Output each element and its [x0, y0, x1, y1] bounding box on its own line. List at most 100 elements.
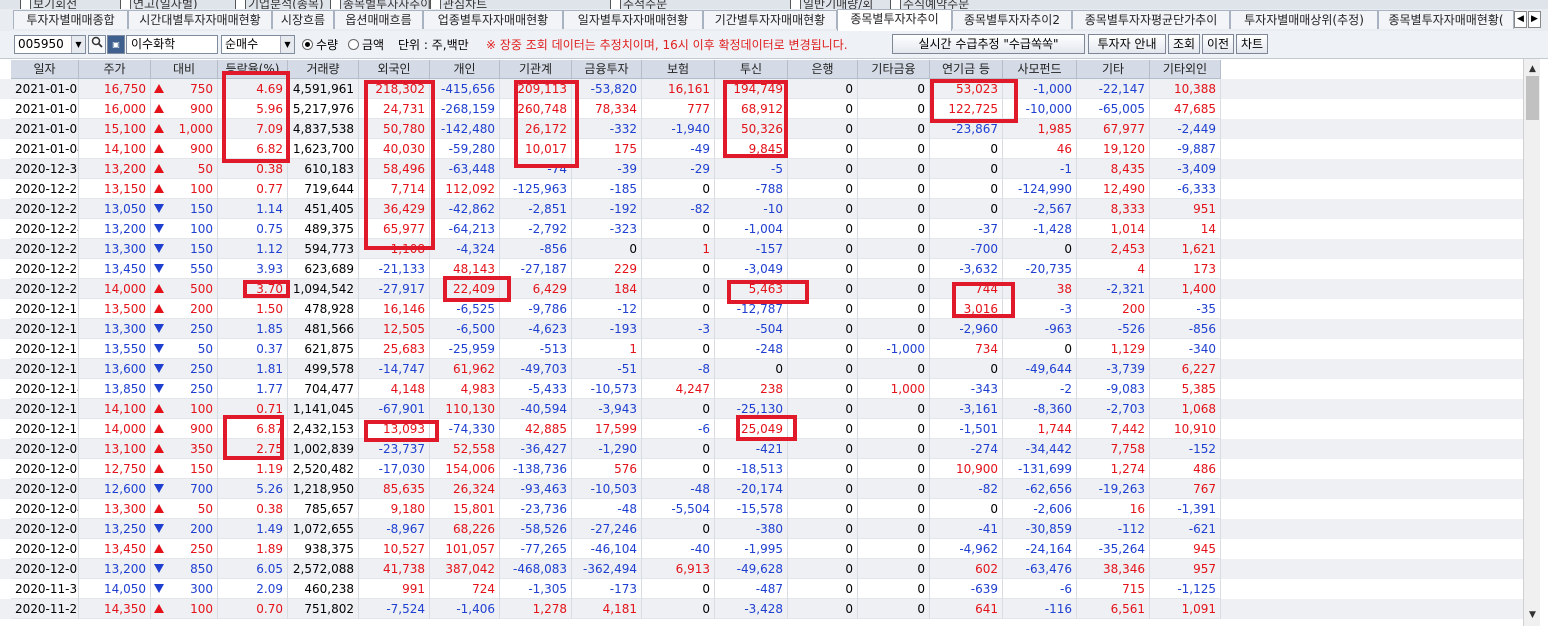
- chart-button[interactable]: 차트: [1236, 34, 1268, 54]
- table-cell: -8: [642, 359, 715, 379]
- tab-12[interactable]: 종목별투자자매매현황(: [1378, 10, 1514, 29]
- table-cell: 715: [1077, 579, 1150, 599]
- column-header[interactable]: 은행: [788, 60, 858, 79]
- scroll-down-icon[interactable]: ▼: [1524, 607, 1541, 624]
- radio-amount[interactable]: [348, 39, 359, 50]
- table-cell: 14,100: [79, 399, 151, 419]
- column-header[interactable]: 기관계: [500, 60, 572, 79]
- tab-next-icon[interactable]: ▶: [1528, 11, 1541, 28]
- table-cell: 1.49: [218, 519, 288, 539]
- column-header[interactable]: 기타: [1077, 60, 1150, 79]
- column-header[interactable]: 주가: [79, 60, 151, 79]
- scroll-thumb[interactable]: [1526, 76, 1539, 120]
- column-header[interactable]: 사모펀드: [1003, 60, 1077, 79]
- table-row[interactable]: 2020-12-21 14,000 500 3.70 1,094,542 -27,917 2…: [0, 279, 1523, 299]
- table-row[interactable]: 2020-12-22 13,450 550 3.93 623,689 -21,133 48,…: [0, 259, 1523, 279]
- table-row[interactable]: 2020-12-15 13,600 250 1.81 499,578 -14,747 61,…: [0, 359, 1523, 379]
- investor-info-button[interactable]: 투자자 안내: [1088, 34, 1166, 54]
- query-button[interactable]: 조회: [1168, 34, 1200, 54]
- table-cell: 0: [788, 599, 858, 619]
- table-row[interactable]: 2020-12-28 13,050 150 1.14 451,405 36,429 -42,…: [0, 199, 1523, 219]
- sort-type-select[interactable]: 순매수 ▼: [221, 35, 295, 54]
- realtime-supply-button[interactable]: 실시간 수급추정 "수급쏙쏙": [892, 34, 1085, 54]
- arrow-down-icon: [154, 224, 164, 233]
- search-icon[interactable]: [88, 35, 106, 54]
- table-row[interactable]: 2020-11-27 14,350 100 0.70 751,802 -7,524 -1,4…: [0, 599, 1523, 619]
- table-cell: 1,072,655: [288, 519, 359, 539]
- tab-11[interactable]: 투자자별매매상위(추정): [1230, 10, 1378, 29]
- top-strip-item[interactable]: 추적주문: [610, 0, 667, 9]
- tab-5[interactable]: 업종별투자자매매현황: [423, 10, 563, 29]
- stock-info-icon[interactable]: ▣: [107, 35, 125, 54]
- column-header[interactable]: 등락율(%): [218, 60, 288, 79]
- top-strip-item[interactable]: 보기회전: [20, 0, 77, 9]
- top-strip-item[interactable]: 관심차트: [430, 0, 487, 9]
- tab-2[interactable]: 시간대별투자자매매현황: [128, 10, 272, 29]
- table-row[interactable]: 2021-01-07 16,750 750 4.69 4,591,961 218,302-…: [0, 79, 1523, 99]
- table-cell: 2.75: [218, 439, 288, 459]
- table-cell: 61,962: [430, 359, 500, 379]
- table-row[interactable]: 2020-12-29 13,150 100 0.77 719,644 7,714 112,0…: [0, 179, 1523, 199]
- tab-10[interactable]: 종목별투자자평균단가추이: [1072, 10, 1230, 29]
- stock-code-input[interactable]: 005950 ▼: [14, 35, 86, 54]
- tab-9[interactable]: 종목별투자자추이2: [952, 10, 1072, 29]
- table-row[interactable]: 2021-01-05 15,100 1,000 7.09 4,837,538 50,780…: [0, 119, 1523, 139]
- table-row[interactable]: 2020-12-23 13,300 150 1.12 594,773 1,108 -4,32…: [0, 239, 1523, 259]
- table-row[interactable]: 2020-12-10 14,000 900 6.87 2,432,153 13,093 -7…: [0, 419, 1523, 439]
- radio-quantity[interactable]: [302, 39, 313, 50]
- table-row[interactable]: 2020-12-04 13,300 50 0.38 785,657 9,180 15,801…: [0, 499, 1523, 519]
- tab-8[interactable]: 종목별투자자추이: [837, 9, 952, 31]
- tab-4[interactable]: 옵션매매흐름: [334, 10, 423, 29]
- table-cell: 0: [642, 599, 715, 619]
- table-row[interactable]: 2020-12-18 13,500 200 1.50 478,928 16,146 -6,5…: [0, 299, 1523, 319]
- table-cell: 5.26: [218, 479, 288, 499]
- table-cell: -3,632: [930, 259, 1003, 279]
- column-header[interactable]: 금융투자: [572, 60, 642, 79]
- column-header[interactable]: 대비: [151, 60, 218, 79]
- table-row[interactable]: 2020-12-03 13,250 200 1.49 1,072,655 -8,967 68…: [0, 519, 1523, 539]
- table-row[interactable]: 2020-12-09 13,100 350 2.75 1,002,839 -23,737 5…: [0, 439, 1523, 459]
- table-row[interactable]: 2020-12-17 13,300 250 1.85 481,566 12,505 -6,5…: [0, 319, 1523, 339]
- table-cell: 0: [788, 539, 858, 559]
- table-row[interactable]: 2021-01-06 16,000 900 5.96 5,217,976 24,731 -2…: [0, 99, 1523, 119]
- table-row[interactable]: 2020-12-24 13,200 100 0.75 489,375 65,977 -64,…: [0, 219, 1523, 239]
- tab-6[interactable]: 일자별투자자매매현황: [563, 10, 703, 29]
- top-strip-item[interactable]: 기업분석(종목): [235, 0, 324, 9]
- chevron-down-icon[interactable]: ▼: [280, 36, 294, 53]
- table-row[interactable]: 2020-12-14 13,850 250 1.77 704,477 4,148 4,983…: [0, 379, 1523, 399]
- table-row[interactable]: 2020-12-30 13,200 50 0.38 610,183 58,496 -63,4…: [0, 159, 1523, 179]
- table-cell: -34,442: [1003, 439, 1077, 459]
- table-row[interactable]: 2020-12-08 12,750 150 1.19 2,520,482 -17,030 1…: [0, 459, 1523, 479]
- top-strip-item[interactable]: 주식예약주문: [890, 0, 969, 9]
- table-row[interactable]: 2020-11-30 14,050 300 2.09 460,238 991 724 -1,3…: [0, 579, 1523, 599]
- table-row[interactable]: 2021-01-04 14,100 900 6.82 1,623,700 40,030 -5…: [0, 139, 1523, 159]
- table-cell: -856: [1150, 319, 1221, 339]
- tab-3[interactable]: 시장흐름: [272, 10, 334, 29]
- top-strip-item[interactable]: 연고(일자별): [120, 0, 198, 9]
- table-cell: 0.38: [218, 499, 288, 519]
- column-header[interactable]: 외국인: [359, 60, 430, 79]
- vertical-scrollbar[interactable]: ▲ ▼: [1523, 59, 1541, 626]
- column-header[interactable]: 보험: [642, 60, 715, 79]
- tab-7[interactable]: 기간별투자자매매현황: [703, 10, 837, 29]
- table-cell: 0: [858, 539, 930, 559]
- tab-1[interactable]: 투자자별매매종합: [13, 10, 128, 29]
- tab-prev-icon[interactable]: ◀: [1514, 11, 1527, 28]
- table-row[interactable]: 2020-12-02 13,450 250 1.89 938,375 10,527 101,…: [0, 539, 1523, 559]
- prev-button[interactable]: 이전: [1202, 34, 1234, 54]
- table-row[interactable]: 2020-12-01 13,200 850 6.05 2,572,088 41,738 38…: [0, 559, 1523, 579]
- arrow-up-icon: [154, 124, 164, 133]
- column-header[interactable]: 거래량: [288, 60, 359, 79]
- top-strip-item[interactable]: 일반기매량/회: [790, 0, 873, 9]
- chevron-down-icon[interactable]: ▼: [71, 36, 85, 53]
- column-header[interactable]: 기타금융: [858, 60, 930, 79]
- table-row[interactable]: 2020-12-16 13,550 50 0.37 621,875 25,683 -25,9…: [0, 339, 1523, 359]
- column-header[interactable]: 기타외인: [1150, 60, 1221, 79]
- table-row[interactable]: 2020-12-11 14,100 100 0.71 1,141,045 -67,901 1…: [0, 399, 1523, 419]
- column-header[interactable]: 일자: [11, 60, 79, 79]
- table-row[interactable]: 2020-12-07 12,600 700 5.26 1,218,950 85,635 26…: [0, 479, 1523, 499]
- top-strip-item[interactable]: 종목별투자자추이: [330, 0, 431, 9]
- column-header[interactable]: 연기금 등: [930, 60, 1003, 79]
- column-header[interactable]: 투신: [715, 60, 788, 79]
- column-header[interactable]: 개인: [430, 60, 500, 79]
